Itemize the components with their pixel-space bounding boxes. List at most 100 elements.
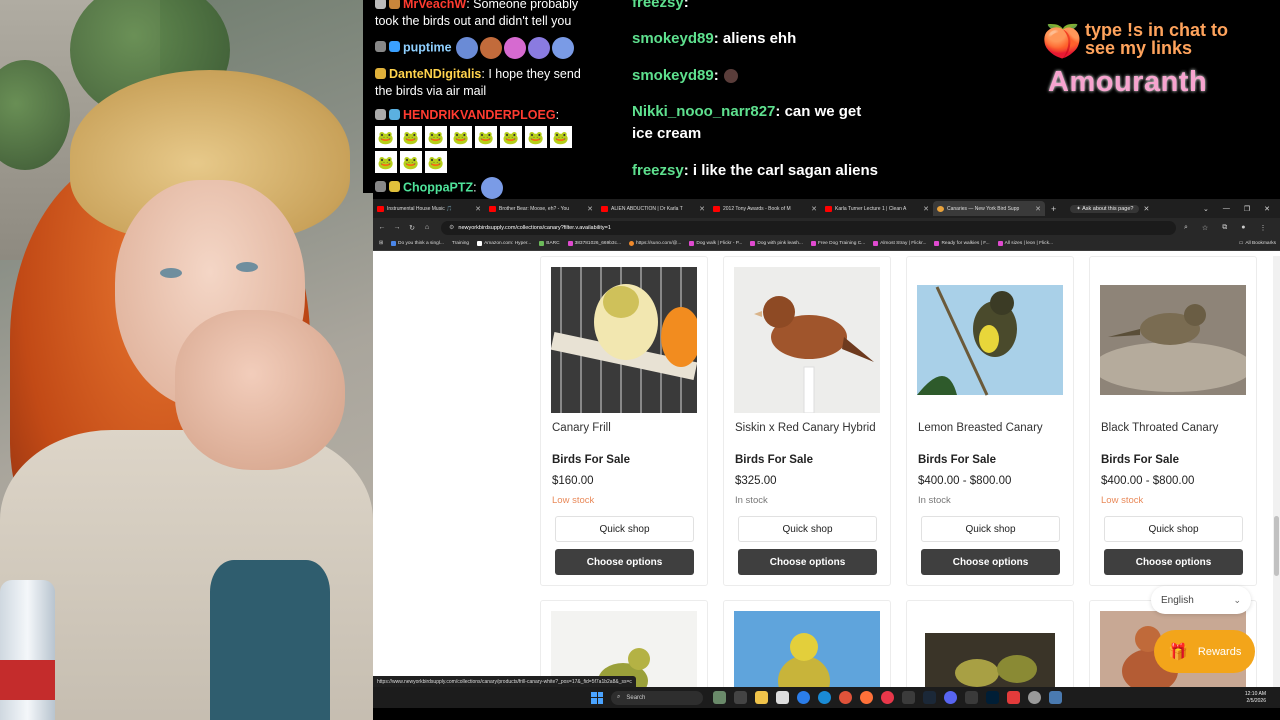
- product-title[interactable]: Lemon Breasted Canary: [918, 422, 1043, 434]
- zoom-icon[interactable]: ⌕: [1184, 224, 1188, 232]
- bookmark-item[interactable]: BARC: [539, 241, 560, 246]
- settings-icon[interactable]: [1049, 691, 1062, 704]
- browser-tab[interactable]: ALIEN ABDUCTION | Dr Karla T ✕: [597, 201, 709, 216]
- steam-icon[interactable]: [923, 691, 936, 704]
- quick-shop-button[interactable]: Quick shop: [555, 516, 694, 542]
- chat-username[interactable]: ChoppaPTZ: [403, 180, 473, 194]
- chat-username[interactable]: smokeyd89: [632, 30, 714, 47]
- quick-shop-button[interactable]: Quick shop: [921, 516, 1060, 542]
- choose-options-button[interactable]: Choose options: [555, 549, 694, 575]
- forward-icon[interactable]: →: [391, 224, 403, 231]
- task-view-icon[interactable]: [734, 691, 747, 704]
- language-selector[interactable]: English ⌄: [1151, 586, 1251, 614]
- chat-username[interactable]: MrVeachW: [403, 0, 466, 11]
- browser-tab-active[interactable]: Canaries — New York Bird Supp ✕: [933, 201, 1045, 216]
- product-image[interactable]: [1100, 267, 1246, 413]
- profile-icon[interactable]: ●: [1241, 224, 1245, 232]
- taskbar-search[interactable]: ⌕ Search: [611, 690, 703, 705]
- reload-icon[interactable]: ↻: [406, 224, 418, 232]
- close-icon[interactable]: ✕: [923, 205, 929, 213]
- close-icon[interactable]: ✕: [475, 205, 481, 213]
- chat-username[interactable]: freezsy: [632, 0, 684, 11]
- bookmark-item[interactable]: https://suno.com/@...: [629, 241, 681, 246]
- brave-icon[interactable]: [839, 691, 852, 704]
- chrome-icon[interactable]: [797, 691, 810, 704]
- product-image[interactable]: [917, 611, 1063, 687]
- page-scrollbar[interactable]: [1273, 256, 1280, 687]
- app-icon[interactable]: [1007, 691, 1020, 704]
- choose-options-button[interactable]: Choose options: [921, 549, 1060, 575]
- close-icon[interactable]: ✕: [1035, 205, 1041, 213]
- choose-options-button[interactable]: Choose options: [738, 549, 877, 575]
- all-bookmarks-button[interactable]: ▭ All Bookmarks: [1239, 241, 1280, 246]
- url-input[interactable]: ⚙ newyorkbirdsupply.com/collections/cana…: [441, 220, 1176, 235]
- chat-username[interactable]: DanteNDigitalis: [389, 67, 481, 81]
- obs-icon[interactable]: [902, 691, 915, 704]
- product-image[interactable]: [917, 267, 1063, 413]
- browser-tab[interactable]: Brother Bear: Moose, eh? - You ✕: [485, 201, 597, 216]
- file-explorer-icon[interactable]: [755, 691, 768, 704]
- product-title[interactable]: Black Throated Canary: [1101, 422, 1218, 434]
- product-card[interactable]: Siskin x Red Canary Hybrid Birds For Sal…: [723, 256, 891, 586]
- quick-shop-button[interactable]: Quick shop: [1104, 516, 1243, 542]
- tab-search-icon[interactable]: ⌄: [1203, 205, 1209, 213]
- edge-icon[interactable]: [818, 691, 831, 704]
- restore-icon[interactable]: ❐: [1244, 205, 1250, 213]
- bookmark-item[interactable]: Free Dog Training C...: [810, 241, 865, 246]
- product-card[interactable]: Canary Frill Birds For Sale $160.00 Low …: [540, 256, 708, 586]
- quick-shop-button[interactable]: Quick shop: [738, 516, 877, 542]
- firefox-icon[interactable]: [860, 691, 873, 704]
- opera-icon[interactable]: [881, 691, 894, 704]
- start-icon[interactable]: [591, 691, 603, 704]
- browser-tab[interactable]: 2012 Tony Awards - Book of M ✕: [709, 201, 821, 216]
- bookmark-item[interactable]: All sizes | leon | Flick...: [997, 241, 1053, 246]
- system-clock[interactable]: 12:10 AM 2/5/2026: [1245, 691, 1266, 705]
- minimize-icon[interactable]: —: [1223, 205, 1230, 213]
- close-icon[interactable]: ✕: [587, 205, 593, 213]
- product-card[interactable]: [540, 600, 708, 687]
- chat-username[interactable]: freezsy: [632, 162, 684, 179]
- extensions-icon[interactable]: ⧉: [1222, 224, 1227, 232]
- chat-username[interactable]: puptime: [403, 40, 452, 54]
- browser-tab[interactable]: Instrumental House Music 🎵 ✕: [373, 201, 485, 216]
- close-window-icon[interactable]: ✕: [1264, 205, 1270, 213]
- chat-username[interactable]: smokeyd89: [632, 67, 714, 84]
- product-title[interactable]: Siskin x Red Canary Hybrid: [735, 422, 876, 434]
- product-card[interactable]: [906, 600, 1074, 687]
- bookmark-item[interactable]: Do you think a singl...: [391, 241, 444, 246]
- bookmark-item[interactable]: Ready for walkies | F...: [934, 241, 990, 246]
- close-icon[interactable]: ✕: [811, 205, 817, 213]
- discord-icon[interactable]: [944, 691, 957, 704]
- app-icon[interactable]: [965, 691, 978, 704]
- apps-icon[interactable]: ⊞: [379, 241, 383, 246]
- new-tab-icon[interactable]: +: [1045, 204, 1062, 214]
- product-card[interactable]: [723, 600, 891, 687]
- chat-username[interactable]: Nikki_nooo_narr827: [632, 103, 775, 120]
- product-image[interactable]: [734, 267, 880, 413]
- back-icon[interactable]: ←: [376, 224, 388, 231]
- bookmark-item[interactable]: Dog with pink leash...: [750, 241, 803, 246]
- product-card[interactable]: Lemon Breasted Canary Birds For Sale $40…: [906, 256, 1074, 586]
- bookmark-star-icon[interactable]: ☆: [1202, 224, 1208, 232]
- product-image[interactable]: [551, 267, 697, 413]
- rewards-button[interactable]: 🎁 Rewards: [1154, 630, 1255, 673]
- bookmark-item[interactable]: 383781026_669b3c...: [567, 241, 621, 246]
- close-icon[interactable]: ✕: [699, 205, 705, 213]
- app-icon[interactable]: [1028, 691, 1041, 704]
- product-image[interactable]: [734, 611, 880, 687]
- scrollbar-thumb[interactable]: [1274, 516, 1279, 576]
- bookmark-item[interactable]: Amazon.com: Hyper...: [477, 241, 531, 246]
- home-icon[interactable]: ⌂: [421, 224, 433, 231]
- site-info-icon[interactable]: ⚙: [449, 224, 454, 231]
- widget-icon[interactable]: [713, 691, 726, 704]
- photoshop-icon[interactable]: [986, 691, 999, 704]
- menu-icon[interactable]: ⋮: [1259, 224, 1266, 232]
- store-icon[interactable]: [776, 691, 789, 704]
- choose-options-button[interactable]: Choose options: [1104, 549, 1243, 575]
- browser-tab[interactable]: Karla Turner Lecture 1 | Clean A ✕: [821, 201, 933, 216]
- close-icon[interactable]: ✕: [1143, 205, 1149, 213]
- bookmark-item[interactable]: Training: [452, 241, 469, 246]
- product-title[interactable]: Canary Frill: [552, 422, 611, 434]
- bookmark-item[interactable]: Almost Stray | Flickr...: [873, 241, 926, 246]
- ask-about-page-button[interactable]: ✦ Ask about this page?: [1070, 204, 1140, 213]
